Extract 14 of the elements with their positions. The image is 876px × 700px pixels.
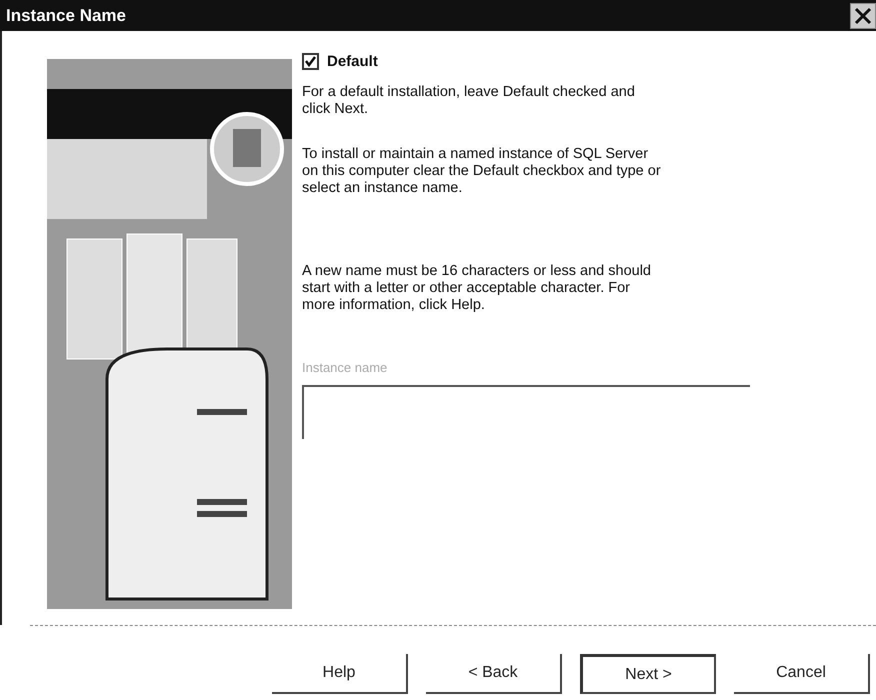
close-button[interactable]	[850, 2, 876, 28]
checkbox-label: Default	[327, 53, 378, 70]
field-label: Instance name	[302, 360, 388, 375]
dialog-button[interactable]: Next >	[580, 654, 716, 694]
checkbox[interactable]	[302, 53, 319, 70]
instruction-text: For a default installation, leave Default checked and click Next.	[302, 84, 636, 118]
dialog-button[interactable]: Cancel	[734, 654, 870, 694]
close-icon	[853, 6, 873, 26]
instruction-text: To install or maintain a named instance of SQL Server on this computer clear the Default checkbox and type or select an instance name.	[302, 146, 662, 197]
instruction-text: A new name must be 16 characters or less and should start with a letter or other acceptable character. For more information, click Help.	[302, 263, 652, 314]
default-checkbox[interactable]: Default	[302, 53, 782, 70]
dialog-button[interactable]: Help	[272, 654, 408, 694]
dialog-button[interactable]: < Back	[426, 654, 562, 694]
window-title: Instance Name	[6, 6, 126, 26]
